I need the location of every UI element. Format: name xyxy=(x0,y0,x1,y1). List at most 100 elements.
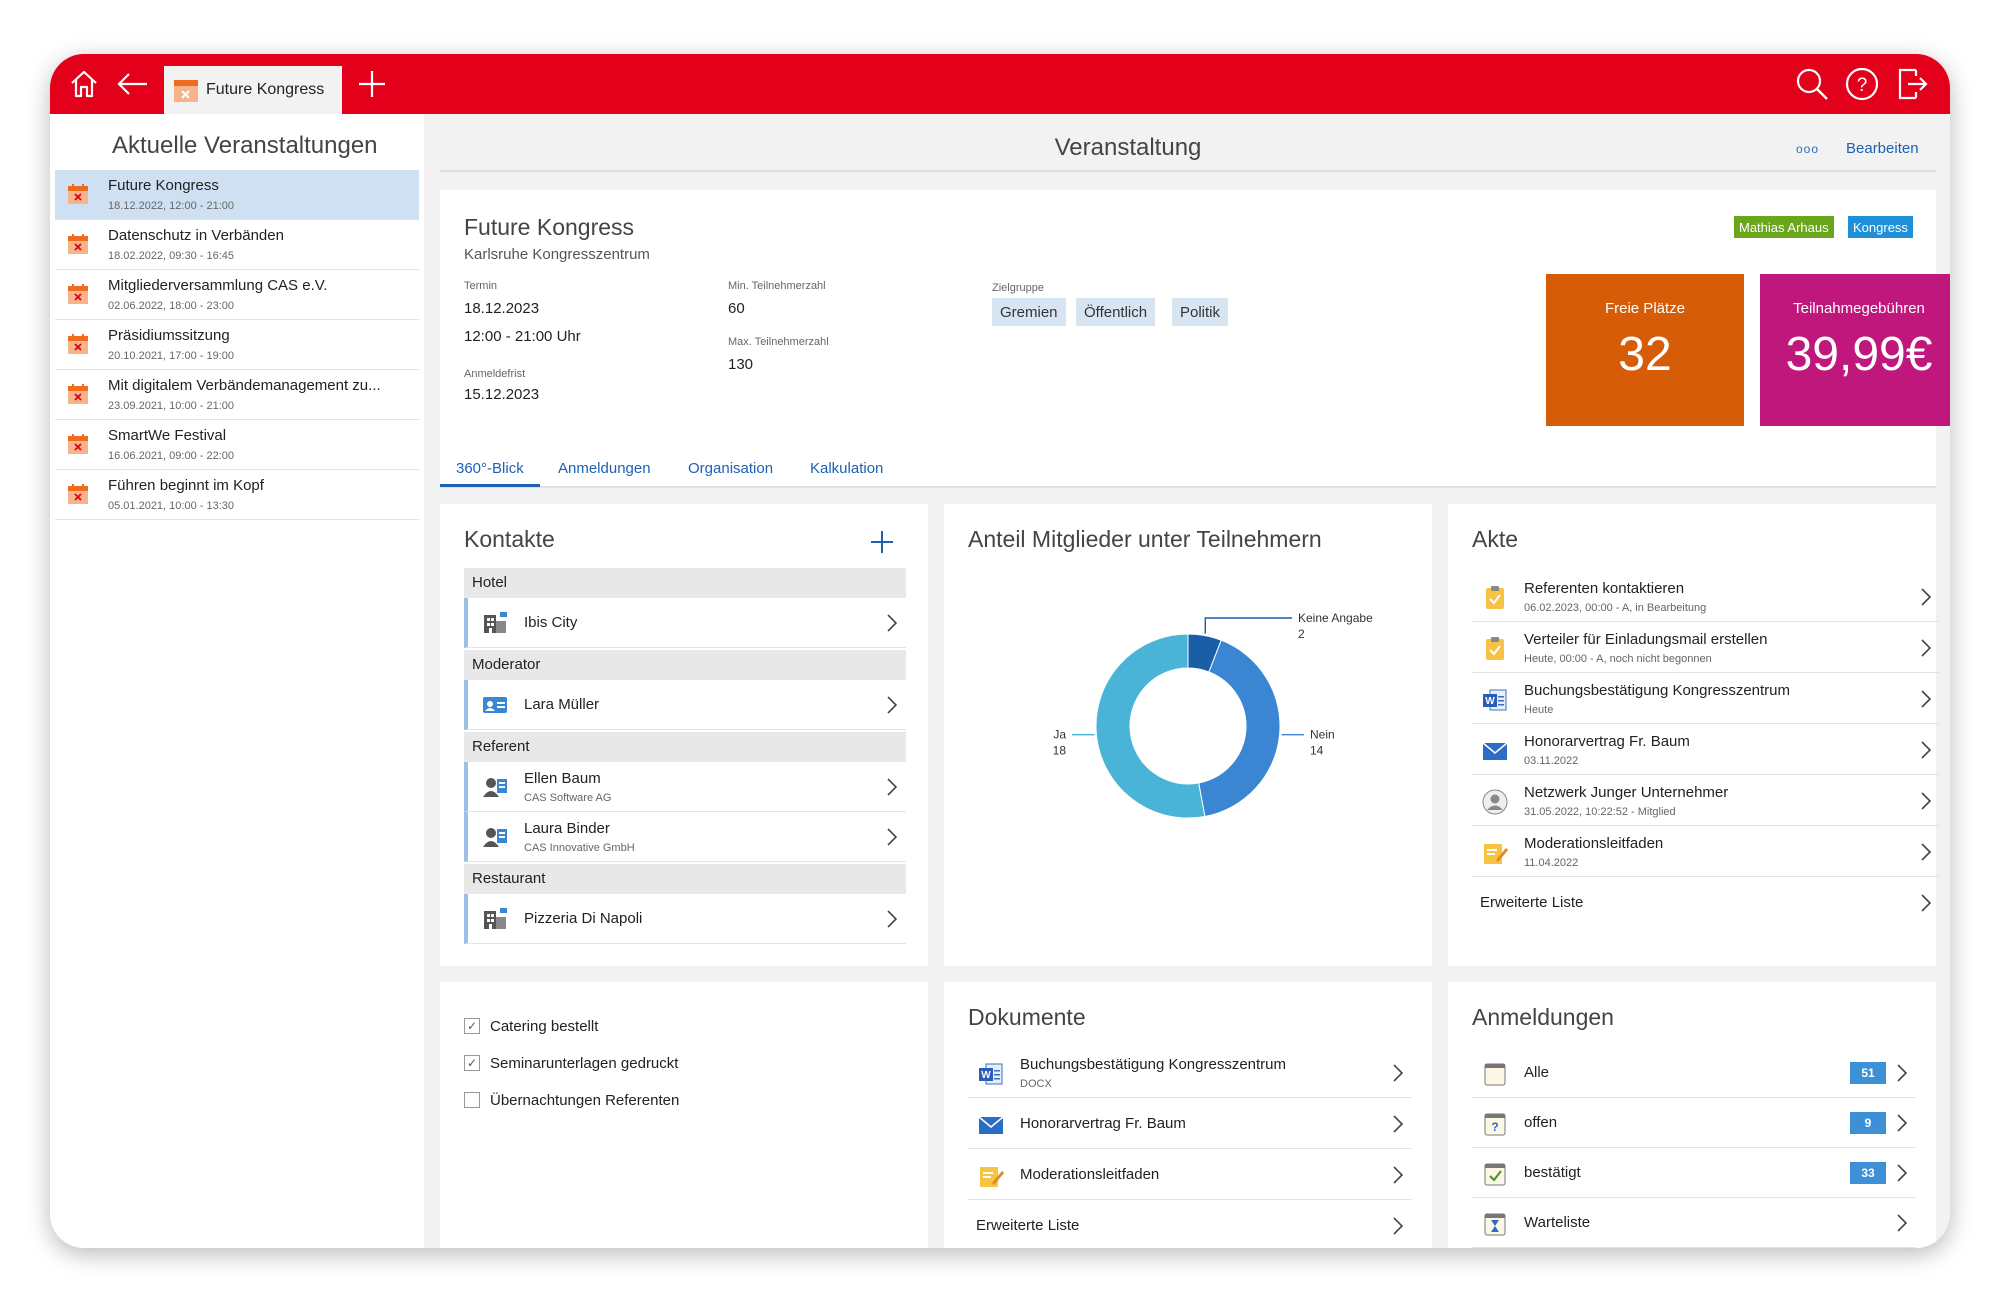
hourglass-icon xyxy=(1482,1211,1508,1237)
slice-label: Nein xyxy=(1310,728,1335,742)
checklist-item[interactable]: ✓ Seminarunterlagen gedruckt xyxy=(464,1053,678,1073)
chevron-right-icon xyxy=(1897,1214,1908,1232)
tab-future-kongress[interactable]: Future Kongress xyxy=(164,66,342,114)
count-badge: 51 xyxy=(1850,1062,1886,1084)
akte-item-name: Verteiler für Einladungsmail erstellen xyxy=(1524,631,1768,648)
akte-row[interactable]: Verteiler für Einladungsmail erstellen He… xyxy=(1472,623,1940,673)
registration-row[interactable]: Warteliste xyxy=(1472,1198,1916,1248)
checkbox[interactable] xyxy=(464,1092,480,1108)
zielgruppe-label: Zielgruppe xyxy=(992,282,1044,294)
akte-row[interactable]: W Buchungsbestätigung Kongresszentrum Heut… xyxy=(1472,674,1940,724)
chart-title: Anteil Mitglieder unter Teilnehmern xyxy=(968,526,1322,552)
document-row[interactable]: Honorarvertrag Fr. Baum xyxy=(968,1099,1412,1149)
tab-360-blick[interactable]: 360°-Blick xyxy=(456,460,524,477)
event-list-item[interactable]: Mitgliederversammlung CAS e.V. 02.06.2022… xyxy=(55,270,419,320)
anmeldefrist-label: Anmeldefrist xyxy=(464,368,526,380)
akte-item-meta: 03.11.2022 xyxy=(1524,755,1579,767)
registration-row[interactable]: bestätigt 33 xyxy=(1472,1148,1916,1198)
event-list-item[interactable]: Mit digitalem Verbändemanagement zu... 23… xyxy=(55,370,419,420)
chevron-right-icon xyxy=(1921,690,1932,708)
divider xyxy=(440,170,1936,172)
event-list-item[interactable]: Future Kongress 18.12.2022, 12:00 - 21:00 xyxy=(55,170,419,220)
kpi-label: Freie Plätze xyxy=(1604,300,1686,317)
slice-label: Keine Angabe xyxy=(1298,611,1373,625)
akte-card: Akte Referenten kontaktieren 06.02.2023, … xyxy=(1448,504,1940,966)
chevron-right-icon xyxy=(1921,639,1932,657)
sidebar-title: Aktuelle Veranstaltungen xyxy=(112,132,378,159)
akte-row[interactable]: Netzwerk Junger Unternehmer 31.05.2022, 1… xyxy=(1472,776,1940,826)
add-tab-icon[interactable] xyxy=(352,64,392,104)
event-item-date: 23.09.2021, 10:00 - 21:00 xyxy=(108,400,234,412)
edit-button[interactable]: Bearbeiten xyxy=(1846,140,1919,157)
logout-icon[interactable] xyxy=(1892,64,1932,104)
min-participants-label: Min. Teilnehmerzahl xyxy=(728,280,826,292)
akte-row[interactable]: Referenten kontaktieren 06.02.2023, 00:00… xyxy=(1472,572,1940,622)
akte-item-meta: 06.02.2023, 00:00 - A, in Bearbeitung xyxy=(1524,602,1707,614)
calendar-icon xyxy=(67,283,89,305)
event-list-item[interactable]: Führen beginnt im Kopf 05.01.2021, 10:00 … xyxy=(55,470,419,520)
note-icon xyxy=(1482,840,1508,866)
tab-anmeldungen[interactable]: Anmeldungen xyxy=(558,460,651,477)
akte-item-meta: 11.04.2022 xyxy=(1524,857,1579,869)
contact-row[interactable]: Laura Binder CAS Innovative GmbH xyxy=(464,812,906,862)
checklist-item[interactable]: ✓ Catering bestellt xyxy=(464,1016,598,1036)
event-list: Future Kongress 18.12.2022, 12:00 - 21:00… xyxy=(55,170,419,520)
help-icon[interactable]: ? xyxy=(1842,64,1882,104)
contact-row[interactable]: Lara Müller xyxy=(464,680,906,730)
add-contact-icon[interactable] xyxy=(870,530,894,554)
registration-row[interactable]: ? offen 9 xyxy=(1472,1098,1916,1148)
event-list-item[interactable]: SmartWe Festival 16.06.2021, 09:00 - 22:0… xyxy=(55,420,419,470)
kontakte-title: Kontakte xyxy=(464,526,555,552)
svg-text:?: ? xyxy=(1857,75,1868,96)
termin-label: Termin xyxy=(464,280,498,292)
document-row[interactable]: Moderationsleitfaden xyxy=(968,1150,1412,1200)
event-list-item[interactable]: Präsidiumssitzung 20.10.2021, 17:00 - 19:… xyxy=(55,320,419,370)
chevron-right-icon xyxy=(1393,1166,1404,1184)
document-name: Honorarvertrag Fr. Baum xyxy=(1020,1115,1186,1132)
akte-item-name: Buchungsbestätigung Kongresszentrum xyxy=(1524,682,1791,699)
akte-item-name: Moderationsleitfaden xyxy=(1524,835,1664,852)
event-item-name: Führen beginnt im Kopf xyxy=(108,477,264,494)
checklist-label: Seminarunterlagen gedruckt xyxy=(490,1054,679,1072)
extended-list-link[interactable]: Erweiterte Liste xyxy=(968,1201,1412,1248)
checkbox[interactable]: ✓ xyxy=(464,1055,480,1071)
chevron-right-icon xyxy=(887,910,898,928)
calendar-icon xyxy=(174,80,198,102)
contact-row[interactable]: Ibis City xyxy=(464,598,906,648)
registration-row[interactable]: Alle 51 xyxy=(1472,1048,1916,1098)
document-row[interactable]: W Buchungsbestätigung Kongresszentrum DOCX xyxy=(968,1048,1412,1098)
checklist-item[interactable]: Übernachtungen Referenten xyxy=(464,1090,679,1110)
termin-time: 12:00 - 21:00 Uhr xyxy=(464,328,581,345)
contact-row[interactable]: Pizzeria Di Napoli xyxy=(464,894,906,944)
building-icon xyxy=(484,612,507,633)
email-icon xyxy=(978,1112,1004,1138)
tab-organisation[interactable]: Organisation xyxy=(688,460,773,477)
free-seats-tile: Freie Plätze 32 xyxy=(1546,274,1744,426)
chevron-right-icon xyxy=(887,828,898,846)
chevron-right-icon xyxy=(1921,894,1932,912)
donut-slice-1[interactable] xyxy=(1198,639,1281,818)
event-item-name: Mit digitalem Verbändemanagement zu... xyxy=(108,377,381,394)
calendar-icon xyxy=(67,433,89,455)
checkbox[interactable]: ✓ xyxy=(464,1018,480,1034)
chevron-right-icon xyxy=(887,778,898,796)
event-item-name: Präsidiumssitzung xyxy=(108,327,230,344)
back-arrow-icon[interactable] xyxy=(112,64,152,104)
zielgruppe-chip: Politik xyxy=(1172,298,1229,326)
count-badge: 33 xyxy=(1850,1162,1886,1184)
more-options-button[interactable]: ooo xyxy=(1796,142,1819,156)
extended-list-label: Erweiterte Liste xyxy=(1480,894,1584,911)
home-icon[interactable] xyxy=(64,64,104,104)
akte-row[interactable]: Moderationsleitfaden 11.04.2022 xyxy=(1472,827,1940,877)
contact-group-header: Referent xyxy=(464,732,906,762)
event-list-item[interactable]: Datenschutz in Verbänden 18.02.2022, 09:3… xyxy=(55,220,419,270)
akte-row[interactable]: Honorarvertrag Fr. Baum 03.11.2022 xyxy=(1472,725,1940,775)
extended-list-link[interactable]: Erweiterte Liste xyxy=(1472,878,1940,928)
search-icon[interactable] xyxy=(1792,64,1832,104)
count-badge: 9 xyxy=(1850,1112,1886,1134)
registration-status: bestätigt xyxy=(1524,1164,1581,1181)
tab-kalkulation[interactable]: Kalkulation xyxy=(810,460,883,477)
task-icon xyxy=(1482,636,1508,662)
document-name: Buchungsbestätigung Kongresszentrum xyxy=(1020,1056,1287,1073)
contact-row[interactable]: Ellen Baum CAS Software AG xyxy=(464,762,906,812)
